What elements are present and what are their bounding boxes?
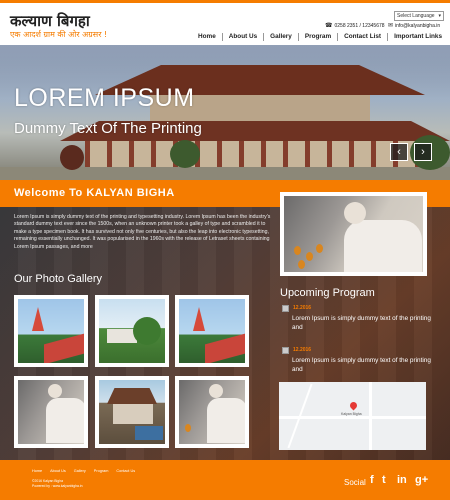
stupa-shape (32, 307, 44, 331)
candle-shape (298, 260, 305, 269)
email-address: info@kalyanbigha.in (395, 22, 441, 29)
gallery-thumb[interactable] (175, 376, 249, 448)
calendar-icon (282, 305, 289, 312)
candle-shape (306, 252, 313, 261)
image-shape (44, 333, 84, 363)
footer-copyright: ©2016 Kalyan Bigha Powered by : www.kaly… (32, 479, 83, 489)
google-plus-icon[interactable]: g+ (415, 474, 428, 486)
map-label: Kalyan Bigha (341, 412, 362, 416)
main-nav: Home About Us Gallery Program Contact Li… (192, 30, 448, 44)
powered-by-text: Powered by : www.kalyanbigha.in (32, 484, 83, 488)
hero-subtitle: Dummy Text Of The Printing (14, 120, 202, 137)
gallery-thumb[interactable] (95, 295, 169, 367)
phone-icon: ☎ (325, 23, 333, 29)
social-label: Social (344, 478, 366, 487)
linkedin-icon[interactable]: in (397, 474, 407, 486)
candle-shape (185, 424, 191, 432)
footer-link-about[interactable]: About Us (50, 469, 66, 473)
event-text[interactable]: Lorem Ipsum is simply dummy text of the … (292, 356, 432, 374)
footer-link-program[interactable]: Program (94, 469, 109, 473)
event-text[interactable]: Lorem Ipsum is simply dummy text of the … (292, 314, 432, 332)
hero-title: LOREM IPSUM (14, 84, 195, 112)
language-select[interactable]: Select Language ▾ (394, 11, 444, 21)
image-shape (46, 398, 84, 443)
image-shape (205, 333, 245, 363)
event-date: 12.2016 (293, 305, 312, 311)
upcoming-program-title: Upcoming Program (280, 287, 375, 299)
tree-shape (133, 317, 161, 345)
gallery-thumb[interactable] (14, 376, 88, 448)
nav-item-home[interactable]: Home (192, 33, 222, 41)
image-shape (135, 426, 163, 440)
nav-item-gallery[interactable]: Gallery (263, 33, 298, 41)
gallery-image (99, 380, 165, 444)
nav-item-program[interactable]: Program (297, 33, 337, 41)
gallery-thumb[interactable] (175, 295, 249, 367)
contact-email[interactable]: ✉ info@kalyanbigha.in (388, 22, 441, 30)
calendar-icon (282, 347, 289, 354)
building-shape (113, 404, 153, 424)
phone-number: 0258 2351 / 12345678 (334, 22, 385, 29)
image-shape (48, 384, 62, 398)
twitter-icon[interactable]: t (382, 474, 386, 486)
image-shape (344, 220, 422, 272)
map-road (369, 382, 372, 450)
gallery-image (99, 299, 165, 363)
nav-item-important-links[interactable]: Important Links (387, 33, 448, 41)
chevron-down-icon: ▾ (438, 13, 441, 19)
praying-man-image (284, 196, 423, 272)
site-title[interactable]: कल्याण बिगहा (10, 11, 90, 31)
gallery-image (179, 299, 245, 363)
gallery-image (179, 380, 245, 444)
candle-shape (294, 246, 301, 255)
slider-next-button[interactable]: › (414, 143, 432, 161)
footer-link-contact[interactable]: Contact Us (116, 469, 135, 473)
gallery-title: Our Photo Gallery (14, 273, 103, 285)
site-header: कल्याण बिगहा एक आदर्श ग्राम की ओर अग्रसर… (0, 3, 450, 45)
nav-item-about[interactable]: About Us (221, 33, 263, 41)
gallery-image (18, 299, 84, 363)
facebook-icon[interactable]: f (370, 474, 374, 486)
site-tagline: एक आदर्श ग्राम की ओर अग्रसर ! (10, 30, 108, 39)
nav-item-contact[interactable]: Contact List (337, 33, 387, 41)
gallery-image (18, 380, 84, 444)
footer-link-home[interactable]: Home (32, 469, 42, 473)
welcome-photo (280, 192, 427, 276)
image-shape (344, 202, 366, 224)
map-road (279, 416, 426, 419)
contact-phone: ☎ 0258 2351 / 12345678 (325, 22, 385, 30)
roof-shape (107, 388, 157, 404)
candle-shape (316, 244, 323, 253)
event-date: 12.2016 (293, 347, 312, 353)
gallery-thumb[interactable] (95, 376, 169, 448)
footer-links: Home About Us Gallery Program Contact Us (32, 469, 135, 473)
mail-icon: ✉ (388, 23, 394, 29)
footer-link-gallery[interactable]: Gallery (74, 469, 86, 473)
slider-prev-button[interactable]: ‹ (390, 143, 408, 161)
welcome-title: Welcome To KALYAN BIGHA (14, 187, 175, 199)
gallery-thumb[interactable] (14, 295, 88, 367)
stupa-shape (193, 307, 205, 331)
location-map[interactable]: Kalyan Bigha (279, 382, 426, 450)
tree-shape (170, 140, 200, 168)
image-shape (209, 384, 223, 398)
image-shape (207, 398, 245, 443)
map-pin-icon[interactable] (348, 400, 359, 411)
language-select-label: Select Language (397, 13, 435, 19)
tree-shape (60, 145, 84, 170)
welcome-paragraph: Lorem Ipsum is simply dummy text of the … (14, 214, 271, 250)
